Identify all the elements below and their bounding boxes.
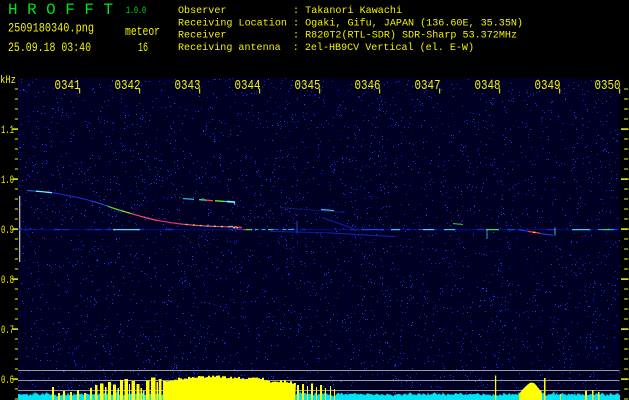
svg-text:25.09.18 03:40: 25.09.18 03:40 xyxy=(8,40,91,55)
svg-text:0.9: 0.9 xyxy=(1,225,14,237)
svg-text:0347: 0347 xyxy=(415,78,441,94)
svg-text:0343: 0343 xyxy=(175,78,201,94)
svg-text:0346: 0346 xyxy=(355,78,381,94)
svg-text:H R O F F T: H R O F F T xyxy=(8,1,113,19)
svg-text:0342: 0342 xyxy=(115,78,141,94)
svg-text:0344: 0344 xyxy=(235,78,261,94)
svg-text:0.8: 0.8 xyxy=(1,275,14,287)
svg-text:1.0: 1.0 xyxy=(1,175,14,187)
svg-text:0.6: 0.6 xyxy=(1,375,14,387)
svg-text:0.7: 0.7 xyxy=(1,325,14,337)
svg-text:Observer : Takanori: Observer : Takanori Kawachi xyxy=(178,5,402,17)
svg-text:0348: 0348 xyxy=(475,78,501,94)
svg-text:meteor: meteor xyxy=(125,24,160,39)
svg-text:0350: 0350 xyxy=(595,78,621,94)
svg-text:Receiving antenna : 2el-HB9CV: Receiving antenna : 2el-HB9CV Vertical (… xyxy=(178,42,474,54)
svg-text:0349: 0349 xyxy=(535,78,561,94)
svg-text:1.0.0: 1.0.0 xyxy=(126,5,146,17)
svg-text:kHz: kHz xyxy=(0,75,16,87)
svg-text:0345: 0345 xyxy=(295,78,321,94)
svg-text:0341: 0341 xyxy=(55,78,81,94)
svg-text:Receiver : R820T2(RT: Receiver : R820T2(RTL-SDR) SDR-Sharp 53.… xyxy=(178,30,517,42)
svg-text:Receiving Location : Ogaki, Gi: Receiving Location : Ogaki, Gifu, JAPAN … xyxy=(178,17,523,29)
svg-text:16: 16 xyxy=(138,40,148,55)
svg-text:2509180340.png: 2509180340.png xyxy=(8,21,94,36)
svg-text:1.1: 1.1 xyxy=(1,125,14,137)
